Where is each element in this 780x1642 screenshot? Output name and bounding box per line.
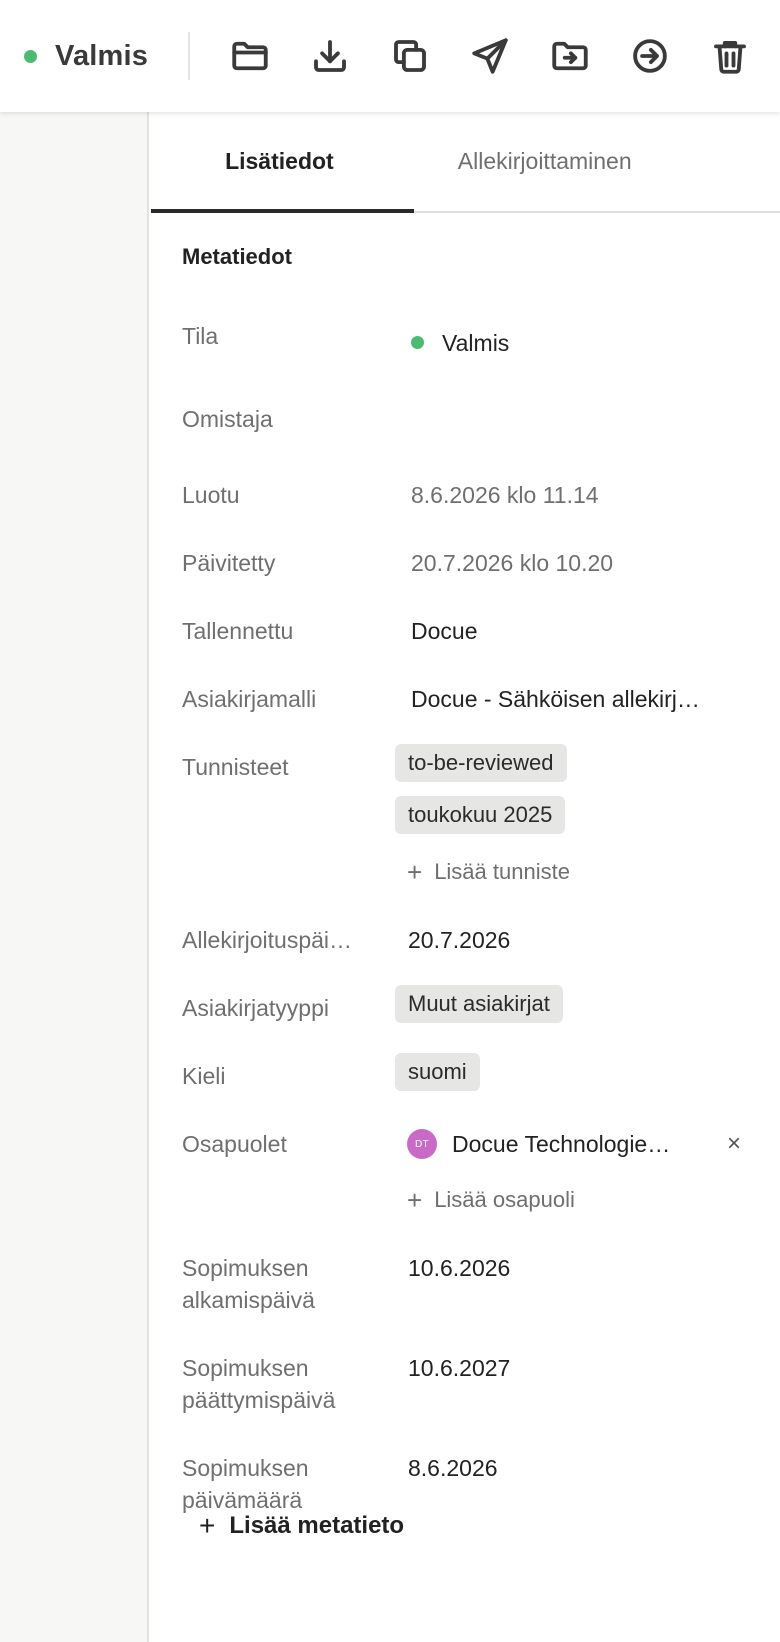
- template-field-value[interactable]: Docue - Sähköisen allekirj…: [411, 683, 741, 715]
- start-date-label-line2: alkamispäivä: [182, 1287, 315, 1313]
- document-status: Valmis: [0, 0, 148, 112]
- copy-button[interactable]: [370, 16, 450, 96]
- party-name[interactable]: Docue Technologie…: [452, 1128, 692, 1160]
- contract-date-label-line1: Sopimuksen: [182, 1455, 309, 1481]
- created-field-label: Luotu: [182, 482, 240, 508]
- start-date-field-value[interactable]: 10.6.2026: [408, 1252, 510, 1284]
- signing-date-field-label: Allekirjoituspäi…: [182, 927, 353, 953]
- status-label: Valmis: [55, 39, 149, 72]
- folder-icon: [232, 41, 268, 71]
- saved-field-label: Tallennettu: [182, 618, 294, 644]
- status-dot: [24, 49, 37, 63]
- updated-field-value: 20.7.2026 klo 10.20: [411, 550, 614, 576]
- remove-party-icon[interactable]: ×: [727, 1128, 741, 1160]
- contract-date-field-value[interactable]: 8.6.2026: [408, 1452, 498, 1484]
- template-field-label: Asiakirjamalli: [182, 686, 317, 712]
- add-metadata-button[interactable]: + Lisää metatieto: [199, 1510, 404, 1542]
- tag-chip[interactable]: toukokuu 2025: [395, 796, 566, 834]
- signing-date-field-value[interactable]: 20.7.2026: [408, 924, 510, 956]
- end-date-field-label: Sopimuksen päättymispäivä: [182, 1352, 335, 1416]
- add-metadata-label: Lisää metatieto: [229, 1512, 405, 1539]
- owner-field-label: Omistaja: [182, 406, 273, 432]
- top-toolbar: Valmis: [0, 0, 780, 112]
- section-title: Metatiedot: [182, 244, 292, 269]
- sign-in-icon: [633, 39, 667, 73]
- download-button[interactable]: [290, 16, 370, 96]
- start-date-label-line1: Sopimuksen: [182, 1255, 309, 1281]
- tags-field-label: Tunnisteet: [182, 754, 289, 780]
- party-avatar: DT: [407, 1129, 437, 1159]
- plus-icon: +: [407, 857, 423, 887]
- saved-field-value: Docue: [411, 618, 478, 644]
- details-tabs: Lisätiedot Allekirjoittaminen: [151, 112, 780, 213]
- language-chip[interactable]: suomi: [395, 1053, 480, 1091]
- status-field-label: Tila: [182, 323, 219, 349]
- send-button[interactable]: [450, 16, 530, 96]
- add-party-label: Lisää osapuoli: [434, 1187, 575, 1212]
- parties-field-label: Osapuolet: [182, 1131, 287, 1157]
- delete-button[interactable]: [690, 16, 770, 96]
- tab-allekirjoittaminen[interactable]: Allekirjoittaminen: [408, 112, 780, 211]
- contract-date-field-label: Sopimuksen päivämäärä: [182, 1452, 309, 1516]
- add-party-button[interactable]: + Lisää osapuoli: [407, 1184, 575, 1216]
- copy-icon: [394, 40, 427, 72]
- status-field-value: Valmis: [411, 327, 509, 359]
- language-field-label: Kieli: [182, 1063, 226, 1089]
- open-folder-button[interactable]: [210, 16, 290, 96]
- left-sidebar: [0, 112, 149, 1642]
- move-to-folder-icon: [552, 41, 588, 71]
- sign-in-button[interactable]: [610, 16, 690, 96]
- toolbar-divider: [188, 32, 191, 80]
- end-date-field-value[interactable]: 10.6.2027: [408, 1352, 510, 1384]
- end-date-label-line1: Sopimuksen: [182, 1355, 309, 1381]
- plus-icon: +: [407, 1185, 423, 1215]
- updated-field-label: Päivitetty: [182, 550, 276, 576]
- download-icon: [314, 40, 347, 72]
- add-tag-label: Lisää tunniste: [434, 859, 570, 884]
- plus-icon: +: [199, 1510, 216, 1541]
- doc-type-field-label: Asiakirjatyyppi: [182, 995, 329, 1021]
- tab-lisatiedot[interactable]: Lisätiedot: [151, 112, 408, 211]
- send-icon: [472, 38, 508, 74]
- doc-type-chip[interactable]: Muut asiakirjat: [395, 985, 563, 1023]
- tag-chip[interactable]: to-be-reviewed: [395, 744, 567, 782]
- status-field-text: Valmis: [442, 330, 510, 356]
- details-panel: Lisätiedot Allekirjoittaminen Metatiedot…: [151, 112, 780, 1642]
- status-dot: [411, 336, 424, 350]
- end-date-label-line2: päättymispäivä: [182, 1387, 336, 1413]
- start-date-field-label: Sopimuksen alkamispäivä: [182, 1252, 315, 1316]
- created-field-value: 8.6.2026 klo 11.14: [411, 482, 599, 508]
- trash-icon: [714, 40, 747, 74]
- active-tab-indicator: [151, 209, 414, 213]
- add-tag-button[interactable]: + Lisää tunniste: [407, 856, 570, 888]
- move-to-folder-button[interactable]: [530, 16, 610, 96]
